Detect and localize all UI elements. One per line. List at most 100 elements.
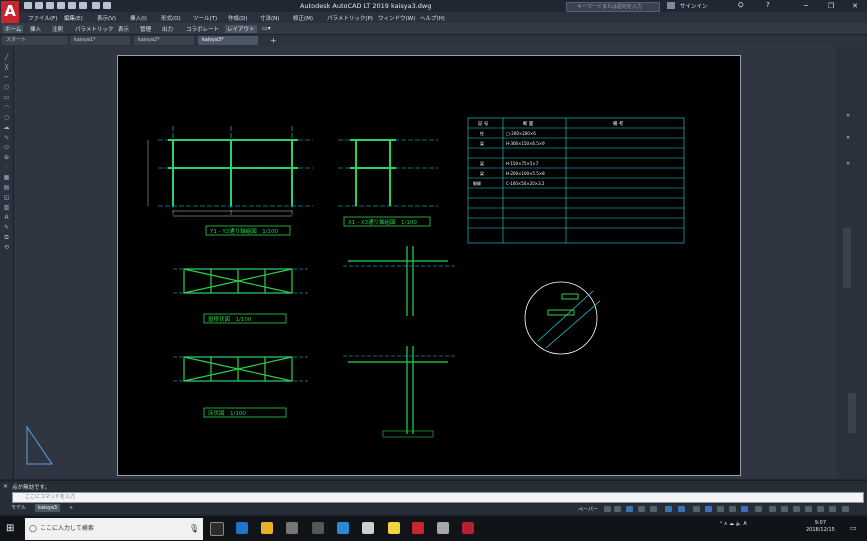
close-palette-icon[interactable]: ✕: [846, 161, 850, 167]
taskbar-clock[interactable]: 9:07 2018/12/15: [806, 520, 835, 534]
line-tool-icon[interactable]: ╱: [2, 54, 11, 61]
drawing-area[interactable]: Y1 - Y2通り軸組図 1/100 X1 - X3通り軸組図 1/100 屋根…: [14, 46, 850, 479]
polyline-tool-icon[interactable]: ⌐: [2, 74, 11, 81]
hatch-tool-icon[interactable]: ▦: [2, 174, 11, 181]
osnap-toggle-icon[interactable]: [665, 506, 672, 512]
file-tab-start[interactable]: スタート: [2, 36, 68, 45]
paper-space-toggle[interactable]: ペーパー: [578, 506, 598, 513]
mail-icon[interactable]: [286, 522, 298, 534]
ribbon-tab-home[interactable]: ホーム: [3, 25, 24, 33]
ribbon-tab-output[interactable]: 出力: [162, 25, 173, 33]
ribbon-tab-manage[interactable]: 管理: [140, 25, 151, 33]
ribbon-tab-layout[interactable]: レイアウト: [225, 25, 257, 33]
region-tool-icon[interactable]: ◱: [2, 194, 11, 201]
circle-tool-icon[interactable]: ○: [2, 114, 11, 121]
maximize-icon[interactable]: ❐: [825, 1, 837, 11]
layout-tab-kaisya3[interactable]: kaisya3: [35, 504, 61, 512]
spline-tool-icon[interactable]: ∿: [2, 134, 11, 141]
menu-tools[interactable]: ツール(T): [193, 14, 217, 22]
layout-paper[interactable]: Y1 - Y2通り軸組図 1/100 X1 - X3通り軸組図 1/100 屋根…: [117, 55, 741, 476]
application-menu-button[interactable]: A: [1, 1, 19, 23]
autocad-taskbar-icon[interactable]: [412, 522, 424, 534]
user-icon[interactable]: [667, 2, 675, 9]
layer-palette-tab[interactable]: [848, 393, 856, 433]
menu-view[interactable]: 表示(V): [97, 14, 116, 22]
taskbar-search-input[interactable]: ○ ここに入力して検索 🎙: [25, 518, 203, 540]
ribbon-tab-annotate[interactable]: 注釈: [52, 25, 63, 33]
menu-draw[interactable]: 作成(D): [228, 14, 248, 22]
save-as-icon[interactable]: [57, 2, 65, 9]
clean-screen-icon[interactable]: [829, 506, 836, 512]
menu-window[interactable]: ウィンドウ(W): [378, 14, 415, 22]
help-search-input[interactable]: キーワードまたは語句を入力: [566, 2, 660, 12]
system-tray[interactable]: ᴬ ∧ ☁ 🔈 A: [720, 521, 747, 527]
close-palette-icon[interactable]: ✕: [846, 113, 850, 119]
workspace-gear-icon[interactable]: [755, 506, 762, 512]
polygon-tool-icon[interactable]: ⬡: [2, 84, 11, 91]
add-layout-tab[interactable]: +: [66, 504, 76, 512]
erase-tool-icon[interactable]: ✎: [2, 224, 11, 231]
signin-link[interactable]: サインイン: [680, 2, 708, 10]
copy-tool-icon[interactable]: ⧉: [2, 234, 11, 241]
app-icon[interactable]: [337, 522, 349, 534]
snap-toggle-icon[interactable]: [614, 506, 621, 512]
selection-cycling-icon[interactable]: [717, 506, 724, 512]
command-close-icon[interactable]: ✕: [3, 483, 8, 490]
close-palette-icon[interactable]: ✕: [846, 135, 850, 141]
menu-parametric[interactable]: パラメトリック(P): [327, 14, 373, 22]
gradient-tool-icon[interactable]: ▤: [2, 184, 11, 191]
store-icon[interactable]: [312, 522, 324, 534]
ribbon-options-icon[interactable]: ▭▾: [262, 25, 271, 32]
ellipse-tool-icon[interactable]: ⬭: [2, 144, 11, 151]
arc-tool-icon[interactable]: ◠: [2, 104, 11, 111]
annotation-scale-icon[interactable]: [729, 506, 736, 512]
menu-dimension[interactable]: 寸法(N): [260, 14, 279, 22]
annotation-monitor-icon[interactable]: [769, 506, 776, 512]
redo-icon[interactable]: [103, 2, 111, 9]
annotation-visibility-icon[interactable]: [741, 506, 748, 512]
jw-cad-icon[interactable]: [388, 522, 400, 534]
ribbon-tab-insert[interactable]: 挿入: [30, 25, 41, 33]
file-tab-kaisya3[interactable]: kaisya3*: [198, 36, 258, 45]
isolate-objects-icon[interactable]: [805, 506, 812, 512]
menu-format[interactable]: 形式(O): [161, 14, 181, 22]
autodesk-a360-icon[interactable]: ⛭: [738, 1, 744, 10]
task-view-icon[interactable]: [210, 522, 224, 536]
pdf-viewer-icon[interactable]: [462, 522, 474, 534]
menu-modify[interactable]: 修正(M): [293, 14, 313, 22]
microphone-icon[interactable]: 🎙: [189, 518, 199, 540]
new-tab-icon[interactable]: +: [270, 36, 277, 45]
ribbon-tab-collaborate[interactable]: コラボレート: [186, 25, 219, 33]
edge-browser-icon[interactable]: [236, 522, 248, 534]
point-tool-icon[interactable]: ·: [2, 164, 11, 171]
calculator-icon[interactable]: [437, 522, 449, 534]
file-explorer-icon[interactable]: [261, 522, 273, 534]
close-icon[interactable]: ✕: [849, 1, 861, 11]
graphics-performance-icon[interactable]: [817, 506, 824, 512]
lineweight-toggle-icon[interactable]: [693, 506, 700, 512]
menu-insert[interactable]: 挿入(I): [130, 14, 147, 22]
ribbon-tab-view[interactable]: 表示: [118, 25, 129, 33]
table-tool-icon[interactable]: ▥: [2, 204, 11, 211]
command-input[interactable]: ここにコマンドを入力: [12, 492, 864, 503]
mtext-tool-icon[interactable]: A: [2, 214, 11, 221]
polar-toggle-icon[interactable]: [638, 506, 645, 512]
properties-palette-tab[interactable]: [843, 228, 851, 288]
plot-icon[interactable]: [68, 2, 76, 9]
media-player-icon[interactable]: [362, 522, 374, 534]
file-tab-kaisya1[interactable]: kaisya1*: [70, 36, 130, 45]
print-icon[interactable]: [79, 2, 87, 9]
menu-edit[interactable]: 編集(E): [64, 14, 83, 22]
minimize-icon[interactable]: ─: [800, 1, 812, 11]
windows-start-icon[interactable]: ⊞: [6, 523, 14, 534]
quick-properties-icon[interactable]: [793, 506, 800, 512]
otrack-toggle-icon[interactable]: [678, 506, 685, 512]
help-icon[interactable]: ?: [766, 1, 770, 9]
open-icon[interactable]: [35, 2, 43, 9]
notification-icon[interactable]: ▭: [850, 524, 857, 532]
mirror-tool-icon[interactable]: ⟲: [2, 244, 11, 251]
rectangle-tool-icon[interactable]: ▭: [2, 94, 11, 101]
file-tab-kaisya2[interactable]: kaisya2*: [134, 36, 194, 45]
ribbon-tab-parametric[interactable]: パラメトリック: [75, 25, 113, 33]
undo-icon[interactable]: [92, 2, 100, 9]
